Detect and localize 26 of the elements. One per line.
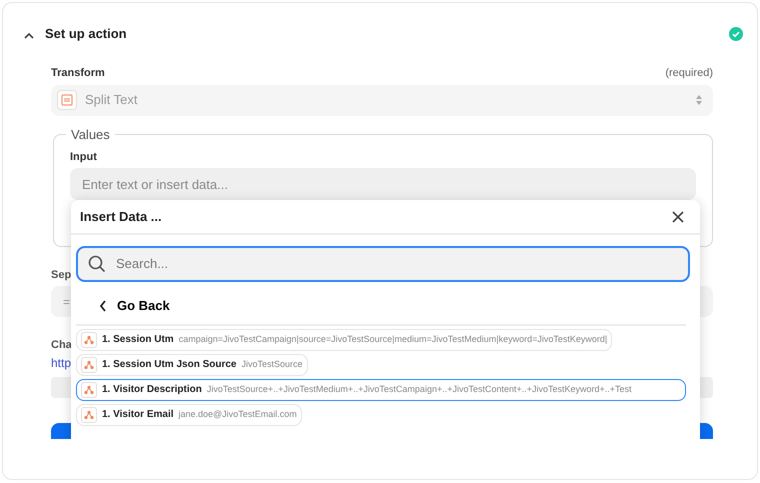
search-box[interactable]: Search... (76, 246, 690, 282)
field-label: Cha (51, 338, 72, 353)
data-item[interactable]: 1. Visitor Description JivoTestSource+..+JivoTestMedium+..+JivoTestCampaign+..+JivoTestContent+..+JivoTestKeyword+..+Test (76, 378, 686, 400)
input-field[interactable]: Enter text or insert data... (70, 168, 696, 200)
step-icon (81, 332, 97, 348)
field-label: Sep (51, 268, 72, 282)
step-icon (81, 356, 97, 372)
split-text-icon (57, 90, 77, 110)
go-back-button[interactable]: Go Back (99, 296, 170, 316)
data-item[interactable]: 1. Session Utm campaign=JivoTestCampaign|source=JivoTestSource|medium=JivoTestMedium|keyword=JivoTestKeyword| (76, 328, 612, 350)
link[interactable]: http (51, 354, 72, 372)
search-icon (88, 255, 106, 273)
field-label: Transform (51, 66, 105, 81)
data-item[interactable]: 1. Visitor Email jane.doe@JivoTestEmail.com (76, 404, 302, 426)
updown-icon (695, 94, 703, 106)
data-item[interactable]: 1. Session Utm Json Source JivoTestSource (76, 354, 308, 376)
step-icon (81, 406, 97, 422)
step-title: Set up action (45, 25, 127, 44)
field-label: Input (70, 150, 98, 164)
group-legend: Values (66, 128, 115, 140)
close-icon[interactable] (670, 208, 686, 224)
popup-title: Insert Data ... (80, 208, 162, 226)
back-chevron-icon (99, 300, 107, 312)
search-field[interactable]: Search... (114, 253, 678, 275)
step-icon (81, 382, 97, 398)
required-note: (required) (665, 66, 713, 81)
